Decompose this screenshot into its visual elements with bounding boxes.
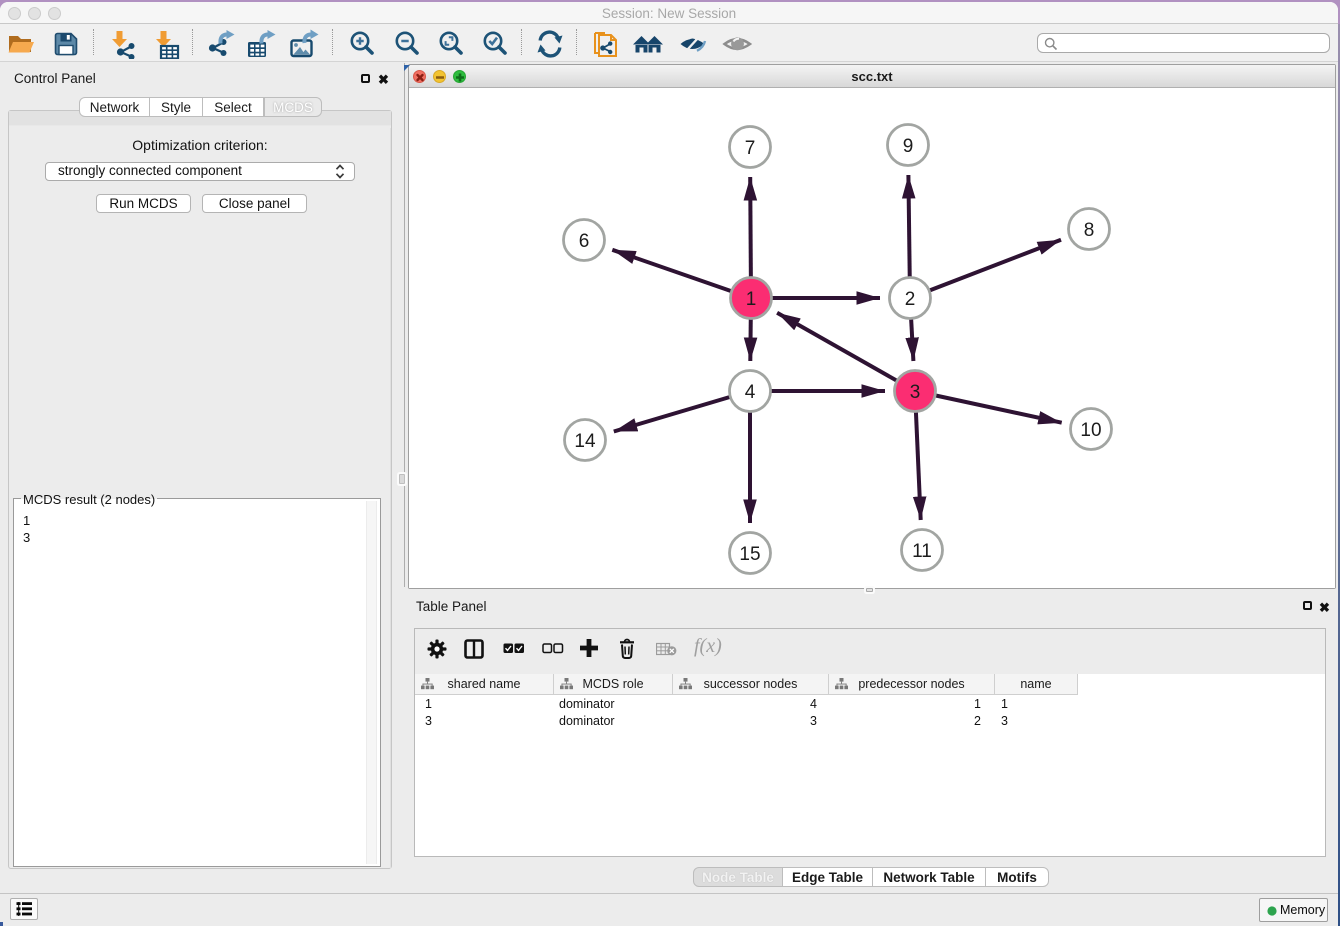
svg-text:1: 1	[746, 289, 757, 310]
svg-text:9: 9	[903, 136, 914, 157]
svg-text:3: 3	[910, 382, 921, 403]
svg-text:2: 2	[905, 289, 916, 310]
svg-text:14: 14	[574, 431, 596, 452]
svg-text:7: 7	[745, 138, 756, 159]
svg-text:8: 8	[1084, 220, 1095, 241]
svg-text:11: 11	[912, 541, 932, 562]
svg-text:6: 6	[579, 231, 590, 252]
svg-text:15: 15	[739, 544, 760, 565]
svg-text:4: 4	[745, 382, 756, 403]
svg-text:10: 10	[1080, 420, 1101, 441]
